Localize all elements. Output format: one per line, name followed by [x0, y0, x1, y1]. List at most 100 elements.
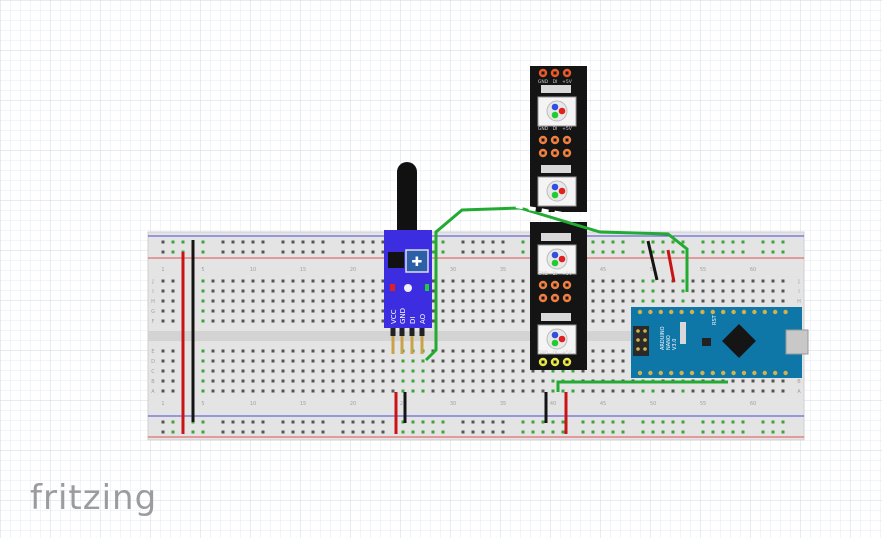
breadboard-hole	[241, 389, 245, 393]
breadboard-hole	[721, 389, 725, 393]
led-green-die	[551, 339, 559, 347]
breadboard-hole	[171, 289, 175, 293]
breadboard-rail-hole	[651, 420, 655, 424]
breadboard-hole	[221, 279, 225, 283]
breadboard-rail-hole	[491, 430, 495, 434]
breadboard-rail-hole	[701, 420, 705, 424]
breadboard-hole	[471, 309, 475, 313]
breadboard-hole	[271, 379, 275, 383]
led-strip-resistor	[541, 165, 571, 173]
nano-pin-bottom	[773, 370, 778, 376]
breadboard-hole	[771, 289, 775, 293]
breadboard-rail-hole	[731, 430, 735, 434]
breadboard-hole	[761, 379, 765, 383]
breadboard-hole	[611, 309, 615, 313]
breadboard-rail-hole	[201, 240, 205, 244]
breadboard-rail-hole	[441, 250, 445, 254]
breadboard-hole	[271, 319, 275, 323]
nano-pin-bottom	[637, 370, 643, 376]
breadboard-hole	[421, 369, 425, 373]
breadboard-hole	[531, 389, 535, 393]
breadboard-rail-hole	[321, 430, 325, 434]
breadboard-rail-hole	[551, 430, 555, 434]
breadboard-rail-hole	[311, 420, 315, 424]
breadboard-rail-hole	[231, 430, 235, 434]
sensor-led-green	[425, 284, 429, 291]
sensor-pin	[391, 336, 395, 354]
breadboard-hole	[491, 379, 495, 383]
sensor-pin-label: AO	[419, 313, 427, 324]
breadboard-hole	[241, 369, 245, 373]
breadboard-rail-hole	[291, 430, 295, 434]
breadboard-rail-hole	[741, 420, 745, 424]
breadboard-diagram: 1155101015152020252530303535404045455050…	[0, 0, 882, 538]
breadboard-rail-hole	[381, 420, 385, 424]
breadboard-hole	[241, 299, 245, 303]
breadboard-rail-hole	[671, 420, 675, 424]
breadboard-rail-hole	[251, 240, 255, 244]
fritzing-watermark: fritzing	[30, 478, 158, 518]
nano-pin-bottom	[648, 370, 653, 376]
breadboard-hole	[231, 379, 235, 383]
breadboard-hole	[171, 359, 175, 363]
breadboard-hole	[311, 319, 315, 323]
breadboard-hole	[281, 319, 285, 323]
breadboard-hole	[471, 379, 475, 383]
breadboard-hole	[261, 309, 265, 313]
breadboard-hole	[311, 279, 315, 283]
breadboard-hole	[261, 299, 265, 303]
breadboard-rail-hole	[581, 420, 585, 424]
breadboard-hole	[341, 319, 345, 323]
breadboard-hole	[371, 279, 375, 283]
breadboard-rail-hole	[411, 420, 415, 424]
breadboard-rail-hole	[221, 250, 225, 254]
breadboard-hole	[441, 389, 445, 393]
sensor-potentiometer-knob: ✚	[412, 255, 423, 270]
breadboard-hole	[161, 309, 165, 313]
breadboard-hole	[291, 369, 295, 373]
breadboard-rail-hole	[591, 250, 595, 254]
breadboard-hole	[611, 319, 615, 323]
led-green-die	[551, 191, 559, 199]
led-strip-pad-label: +5V	[562, 79, 573, 85]
breadboard-hole	[661, 389, 665, 393]
breadboard-hole	[411, 369, 415, 373]
breadboard-hole	[201, 389, 205, 393]
led-red-die	[558, 107, 566, 115]
breadboard-hole	[451, 299, 455, 303]
breadboard-hole	[381, 389, 385, 393]
breadboard-hole	[471, 369, 475, 373]
breadboard-hole	[251, 299, 255, 303]
breadboard-rail-hole	[461, 240, 465, 244]
breadboard-rail-hole	[661, 420, 665, 424]
breadboard-hole	[251, 309, 255, 313]
breadboard-hole	[581, 389, 585, 393]
breadboard-hole	[161, 349, 165, 353]
breadboard-hole	[441, 379, 445, 383]
breadboard-hole	[341, 349, 345, 353]
breadboard-rail-hole	[171, 430, 175, 434]
breadboard-hole	[241, 379, 245, 383]
breadboard-rail-hole	[551, 420, 555, 424]
breadboard-hole	[571, 389, 575, 393]
nano-icsp-pin	[636, 347, 640, 351]
led-strip-pad-label: +5V	[562, 271, 573, 277]
sensor-pin-header	[399, 328, 405, 336]
breadboard-hole	[651, 279, 655, 283]
row-letter-right: A	[797, 389, 801, 395]
breadboard-rail-hole	[251, 420, 255, 424]
breadboard-hole	[331, 379, 335, 383]
column-number-top: 1	[161, 267, 164, 273]
nano-pin-top	[741, 309, 747, 315]
breadboard-hole	[491, 369, 495, 373]
breadboard-hole	[341, 389, 345, 393]
breadboard-rail-hole	[351, 250, 355, 254]
breadboard-hole	[341, 359, 345, 363]
breadboard-hole	[771, 379, 775, 383]
breadboard-hole	[741, 299, 745, 303]
nano-pin-bottom	[669, 370, 674, 376]
breadboard-hole	[211, 279, 215, 283]
nano-icsp-pin	[636, 338, 640, 342]
breadboard-hole	[681, 279, 685, 283]
breadboard-hole	[291, 389, 295, 393]
